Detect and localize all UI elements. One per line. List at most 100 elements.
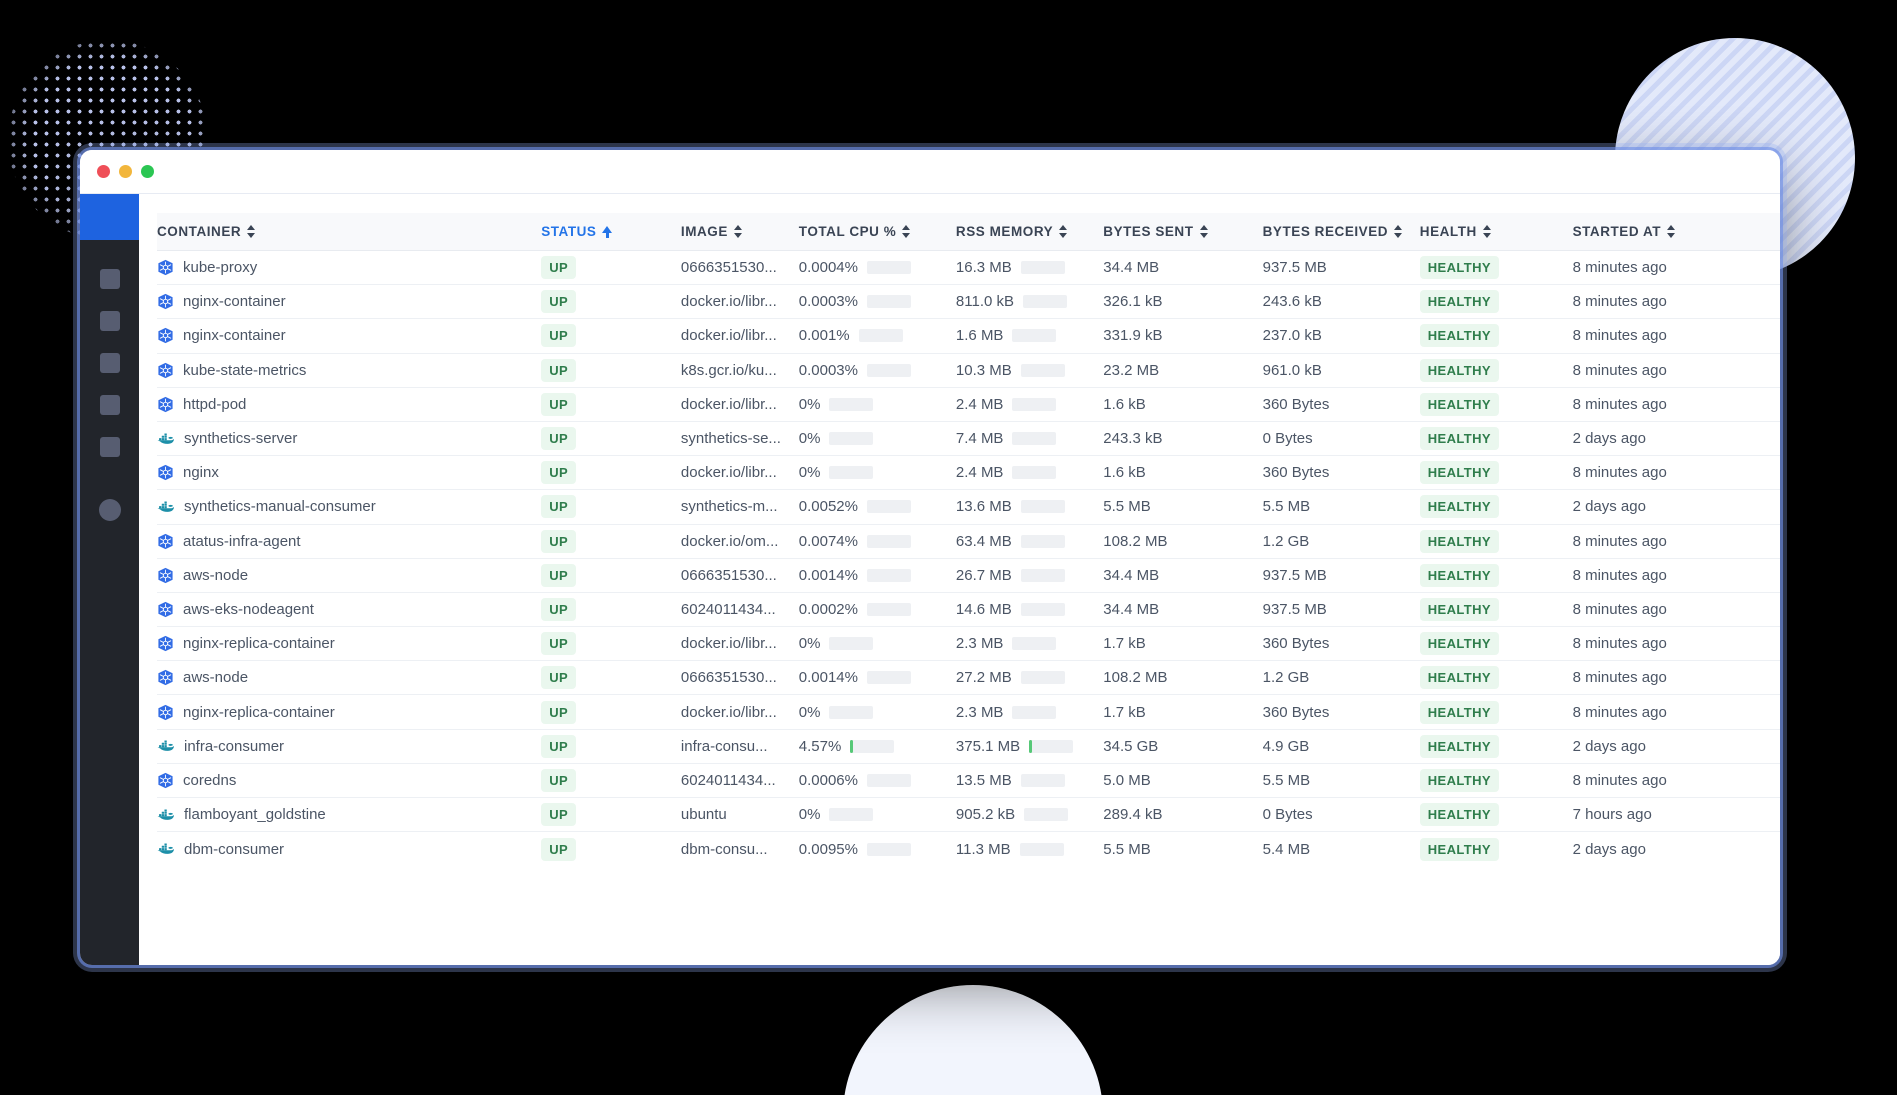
cell-started-at: 8 minutes ago <box>1572 353 1780 388</box>
status-badge: UP <box>541 803 577 827</box>
kubernetes-icon <box>157 533 174 550</box>
cell-bytes-sent: 1.6 kB <box>1103 387 1263 422</box>
table-row[interactable]: nginx-container UP docker.io/libr... 0.0003… <box>157 284 1780 320</box>
avatar[interactable] <box>98 499 121 521</box>
cell-rss: 13.6 MB <box>955 489 1104 525</box>
close-window-button[interactable] <box>97 165 110 178</box>
cpu-bar <box>850 739 895 753</box>
cell-image: docker.io/libr... <box>680 284 799 320</box>
table-body: kube-proxy UP 0666351530... 0.0004% 16.3 MB 3… <box>157 250 1780 866</box>
sidebar-item-3-icon[interactable] <box>99 353 120 373</box>
cpu-bar <box>866 671 911 685</box>
table-row[interactable]: dbm-consumer UP dbm-consu... 0.0095% 11.3 MB… <box>157 832 1780 866</box>
sidebar-item-1-icon[interactable] <box>99 269 120 289</box>
cpu-bar <box>866 842 911 856</box>
table-row[interactable]: kube-proxy UP 0666351530... 0.0004% 16.3 MB 3… <box>157 250 1780 286</box>
container-name: infra-consumer <box>184 737 285 755</box>
table-row[interactable]: nginx-container UP docker.io/libr... 0.001%… <box>157 318 1780 354</box>
sort-toggle-icon[interactable] <box>1394 225 1403 238</box>
table-row[interactable]: httpd-pod UP docker.io/libr... 0% 2.4 MB 1.6 … <box>157 387 1780 422</box>
cell-started-at: 8 minutes ago <box>1572 455 1780 491</box>
column-header-status[interactable]: STATUS <box>541 213 681 251</box>
cell-health: HEALTHY <box>1419 421 1573 457</box>
cpu-value: 0.0003% <box>798 293 858 311</box>
cell-health: HEALTHY <box>1419 729 1573 764</box>
table-header: CONTAINER STATUS IMAGE TOTAL CPU % RSS MEMOR… <box>157 213 1780 251</box>
cpu-value: 0% <box>798 464 821 482</box>
kubernetes-icon <box>157 601 174 618</box>
rss-bar <box>1012 329 1057 343</box>
column-header-received[interactable]: BYTES RECEIVED <box>1262 213 1420 251</box>
column-header-label: BYTES RECEIVED <box>1262 224 1389 239</box>
column-header-sent[interactable]: BYTES SENT <box>1103 213 1263 251</box>
minimize-window-button[interactable] <box>119 165 132 178</box>
sidebar-item-5-icon[interactable] <box>99 437 120 457</box>
rss-bar <box>1012 432 1057 446</box>
cell-health: HEALTHY <box>1419 489 1573 525</box>
table-row[interactable]: kube-state-metrics UP k8s.gcr.io/ku... 0.00… <box>157 353 1780 388</box>
sort-toggle-icon[interactable] <box>1059 225 1068 238</box>
cell-bytes-sent: 243.3 kB <box>1103 421 1263 457</box>
table-row[interactable]: synthetics-manual-consumer UP synthetics-m… <box>157 489 1780 525</box>
health-badge: HEALTHY <box>1419 256 1499 280</box>
table-row[interactable]: aws-node UP 0666351530... 0.0014% 26.7 MB 34.… <box>157 558 1780 593</box>
sort-toggle-icon[interactable] <box>902 225 911 238</box>
table-row[interactable]: atatus-infra-agent UP docker.io/om... 0.007… <box>157 524 1780 559</box>
table-row[interactable]: aws-node UP 0666351530... 0.0014% 27.2 MB 108… <box>157 660 1780 696</box>
column-header-health[interactable]: HEALTH <box>1419 213 1573 251</box>
table-row[interactable]: flamboyant_goldstine UP ubuntu 0% 905.2 kB 28… <box>157 797 1780 833</box>
cell-image: ubuntu <box>680 797 799 833</box>
rss-value: 27.2 MB <box>955 669 1012 687</box>
app-logo[interactable] <box>80 194 139 240</box>
sidebar-item-4-icon[interactable] <box>99 395 120 415</box>
cell-bytes-received: 360 Bytes <box>1262 455 1420 491</box>
cell-image: dbm-consu... <box>680 840 768 858</box>
column-header-cpu[interactable]: TOTAL CPU % <box>798 213 956 251</box>
sort-toggle-icon[interactable] <box>733 225 743 238</box>
cell-cpu: 0% <box>798 694 956 730</box>
cell-rss: 2.4 MB <box>955 455 1104 491</box>
cell-health: HEALTHY <box>1419 660 1573 696</box>
cell-bytes-sent: 1.7 kB <box>1103 626 1263 662</box>
table-row[interactable]: nginx-replica-container UP docker.io/libr.… <box>157 694 1780 730</box>
cell-cpu: 0% <box>798 421 956 457</box>
table-row[interactable]: nginx-replica-container UP docker.io/libr.… <box>157 626 1780 662</box>
sort-toggle-icon[interactable] <box>1199 225 1209 238</box>
cpu-value: 4.57% <box>798 737 842 755</box>
container-name: flamboyant_goldstine <box>184 806 326 824</box>
column-header-image[interactable]: IMAGE <box>680 213 799 251</box>
cell-container: httpd-pod <box>157 387 542 422</box>
sort-toggle-icon[interactable] <box>1482 225 1492 238</box>
status-badge: UP <box>541 768 577 792</box>
cell-status: UP <box>541 489 681 525</box>
maximize-window-button[interactable] <box>141 165 154 178</box>
sort-toggle-icon[interactable] <box>247 225 256 238</box>
column-header-rss[interactable]: RSS MEMORY <box>955 213 1104 251</box>
cell-rss: 375.1 MB <box>955 729 1104 764</box>
table-row[interactable]: coredns UP 6024011434... 0.0006% 13.5 MB 5.0 … <box>157 763 1780 799</box>
cell-bytes-sent: 326.1 kB <box>1103 284 1263 320</box>
cell-container: aws-eks-nodeagent <box>157 592 542 628</box>
column-header-container[interactable]: CONTAINER <box>157 213 542 251</box>
table-row[interactable]: infra-consumer UP infra-consu... 4.57% 375.1… <box>157 729 1780 764</box>
kubernetes-icon <box>157 669 174 686</box>
cell-bytes-received: 243.6 kB <box>1262 284 1420 320</box>
sort-toggle-icon[interactable] <box>1667 225 1676 238</box>
cell-rss: 7.4 MB <box>955 421 1104 457</box>
table-row[interactable]: nginx UP docker.io/libr... 0% 2.4 MB 1.6 kB 36… <box>157 455 1780 491</box>
column-header-started[interactable]: STARTED AT <box>1572 213 1780 251</box>
sidebar-item-2-icon[interactable] <box>99 311 120 331</box>
cell-health: HEALTHY <box>1419 694 1573 730</box>
status-badge: UP <box>541 563 577 587</box>
table-row[interactable]: synthetics-server UP synthetics-se... 0% 7.4… <box>157 421 1780 457</box>
table-row[interactable]: aws-eks-nodeagent UP 6024011434... 0.0002% 1… <box>157 592 1780 628</box>
cell-started-at: 2 days ago <box>1572 421 1780 457</box>
cell-status: UP <box>541 694 681 730</box>
status-badge: UP <box>541 700 577 724</box>
cell-cpu: 0.0002% <box>798 592 956 628</box>
decorative-bottom-circle <box>843 985 1103 1095</box>
cell-image: docker.io/libr... <box>680 694 799 730</box>
browser-window: CONTAINER STATUS IMAGE TOTAL CPU % RSS MEMOR… <box>80 150 1780 965</box>
rss-bar <box>1020 671 1065 685</box>
sort-ascending-icon[interactable] <box>602 225 613 238</box>
